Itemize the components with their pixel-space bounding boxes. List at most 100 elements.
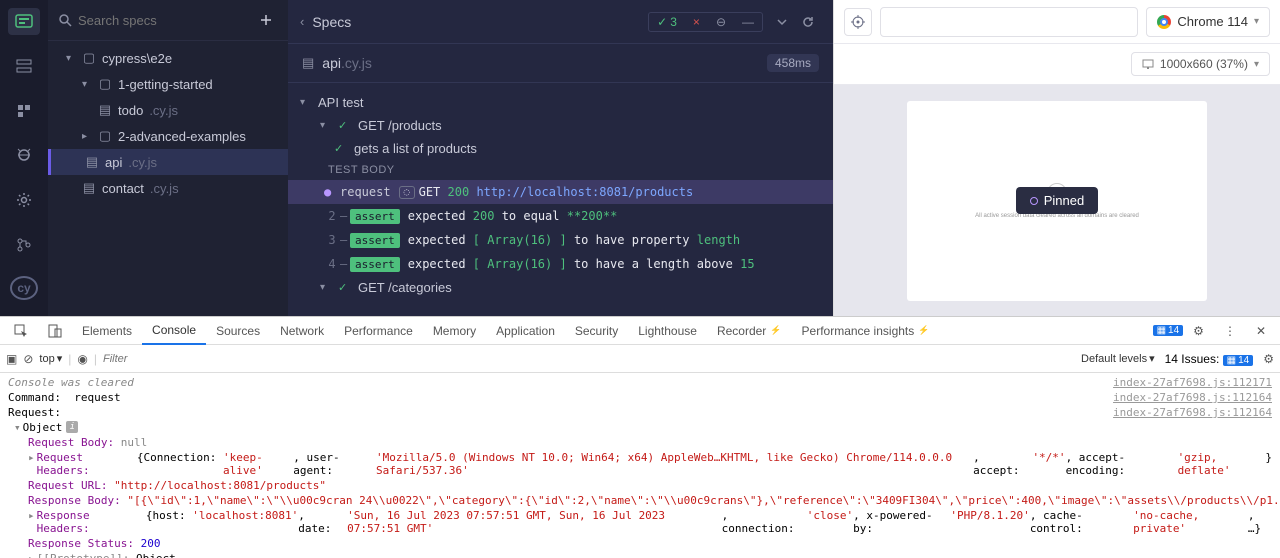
collapse-button[interactable]: [769, 9, 795, 35]
folder-icon: ▢: [98, 129, 112, 143]
console-row[interactable]: ▸Response Headers: {host: 'localhost:808…: [0, 508, 1280, 536]
runs-icon[interactable]: [8, 53, 40, 80]
command-assert-4[interactable]: 4 – assert expected [ Array(16) ] to hav…: [288, 252, 833, 276]
folder-label: cypress\e2e: [102, 51, 172, 66]
context-selector[interactable]: top ▾: [39, 352, 62, 365]
folder-root[interactable]: ▾ ▢ cypress\e2e: [48, 45, 288, 71]
tab-recorder[interactable]: Recorder ⚡: [707, 318, 792, 344]
pinned-snapshot-badge: Pinned: [1016, 187, 1098, 214]
settings-icon[interactable]: [8, 187, 40, 214]
console-row[interactable]: Command: requestindex-27af7698.js:112164: [0, 390, 1280, 405]
issues-badge[interactable]: ▦ 14: [1153, 325, 1184, 336]
pin-icon: ●: [324, 185, 340, 199]
pending-indicator: ⊖: [708, 13, 734, 31]
pin-icon: [1030, 197, 1038, 205]
file-contact[interactable]: ▤ contact.cy.js: [48, 175, 288, 201]
activity-bar: cy: [0, 0, 48, 316]
console-row[interactable]: Console was clearedindex-27af7698.js:112…: [0, 375, 1280, 390]
search-icon: [58, 13, 72, 27]
file-icon: ▤: [98, 103, 112, 117]
tab-memory[interactable]: Memory: [423, 318, 486, 344]
test-row[interactable]: ✓ gets a list of products: [288, 137, 833, 160]
inspect-element-button[interactable]: [4, 318, 38, 344]
command-request[interactable]: ● request ◌ GET 200 http://localhost:808…: [288, 180, 833, 204]
console-row[interactable]: Request:index-27af7698.js:112164: [0, 405, 1280, 420]
chevron-down-icon: ▾: [320, 120, 332, 131]
console-row[interactable]: Response Body: "[{\"id\":1,\"name\":\"\\…: [0, 493, 1280, 508]
folder-icon: ▢: [98, 77, 112, 91]
app-main: cy ▾ ▢ cypress\e2e ▾ ▢ 1-getting-started…: [0, 0, 1280, 316]
context-row[interactable]: ▾ ✓ GET /products: [288, 114, 833, 137]
log-levels-selector[interactable]: Default levels ▾: [1081, 352, 1155, 365]
bug-icon[interactable]: [8, 142, 40, 169]
git-icon[interactable]: [8, 231, 40, 258]
debug-icon[interactable]: [8, 97, 40, 124]
command-name: request: [340, 185, 391, 199]
chevron-right-icon: ▸: [82, 131, 92, 142]
file-icon: ▤: [85, 155, 99, 169]
console-row[interactable]: ▸[[Prototype]]: Object: [0, 551, 1280, 558]
folder-icon: ▢: [82, 51, 96, 65]
devtools-menu-button[interactable]: ⋮: [1214, 318, 1246, 344]
rerun-button[interactable]: [795, 9, 821, 35]
tab-sources[interactable]: Sources: [206, 318, 270, 344]
console-settings-button[interactable]: ⚙: [1263, 352, 1274, 366]
folder-label: 2-advanced-examples: [118, 129, 246, 144]
file-api[interactable]: ▤ api.cy.js: [48, 149, 288, 175]
tab-application[interactable]: Application: [486, 318, 565, 344]
device-toggle-button[interactable]: [38, 318, 72, 344]
spec-file-header: ▤ api.cy.js 458ms: [288, 44, 833, 83]
console-sidebar-toggle[interactable]: ▣: [6, 352, 17, 366]
spec-search-input[interactable]: [72, 13, 254, 28]
clear-console-button[interactable]: ⊘: [23, 352, 33, 366]
command-log: ▾ API test ▾ ✓ GET /products ✓ gets a li…: [288, 83, 833, 316]
tab-performance[interactable]: Performance: [334, 318, 423, 344]
command-assert-2[interactable]: 2 – assert expected 200 to equal **200**: [288, 204, 833, 228]
spec-duration: 458ms: [767, 54, 819, 72]
chevron-down-icon: ▾: [1254, 16, 1259, 27]
console-row[interactable]: ▸Request Headers: {Connection: 'keep-ali…: [0, 450, 1280, 478]
viewport-selector[interactable]: 1000x660 (37%) ▾: [1131, 52, 1270, 76]
aut-preview-panel: Chrome 114 ▾ 1000x660 (37%) ▾ All active…: [833, 0, 1280, 316]
tab-network[interactable]: Network: [270, 318, 334, 344]
back-icon[interactable]: ‹: [300, 14, 304, 29]
console-row[interactable]: Request Body: null: [0, 435, 1280, 450]
chevron-down-icon: ▾: [300, 97, 312, 108]
tab-console[interactable]: Console: [142, 317, 206, 345]
console-row[interactable]: Request URL: "http://localhost:8081/prod…: [0, 478, 1280, 493]
assert-badge: assert: [350, 257, 400, 272]
folder-getting-started[interactable]: ▾ ▢ 1-getting-started: [48, 71, 288, 97]
suite-name: API test: [318, 95, 364, 110]
file-todo[interactable]: ▤ todo.cy.js: [48, 97, 288, 123]
devtools-settings-button[interactable]: ⚙: [1183, 318, 1214, 344]
specs-icon[interactable]: [8, 8, 40, 35]
new-spec-button[interactable]: [254, 8, 278, 32]
loading-icon: ◌: [399, 186, 415, 199]
command-assert-3[interactable]: 3 – assert expected [ Array(16) ] to hav…: [288, 228, 833, 252]
browser-name: Chrome 114: [1177, 14, 1248, 29]
tab-lighthouse[interactable]: Lighthouse: [628, 318, 707, 344]
file-icon: ▤: [82, 181, 96, 195]
console-row[interactable]: ▾Objecti: [0, 420, 1280, 435]
file-ext: .cy.js: [150, 181, 179, 196]
tab-security[interactable]: Security: [565, 318, 628, 344]
test-body-label: TEST BODY: [288, 160, 833, 180]
cypress-logo-icon: cy: [10, 276, 38, 300]
suite-row[interactable]: ▾ API test: [288, 91, 833, 114]
console-filter-input[interactable]: [103, 353, 246, 365]
selector-playground-button[interactable]: [844, 8, 872, 36]
chrome-icon: [1157, 15, 1171, 29]
tab-perf-insights[interactable]: Performance insights ⚡: [792, 318, 940, 344]
live-expression-button[interactable]: ◉: [77, 352, 87, 366]
assert-badge: assert: [350, 233, 400, 248]
devtools-close-button[interactable]: ✕: [1246, 318, 1276, 344]
file-label: api: [105, 155, 122, 170]
folder-advanced[interactable]: ▸ ▢ 2-advanced-examples: [48, 123, 288, 149]
info-icon: i: [66, 421, 78, 433]
context-row-2[interactable]: ▾ ✓ GET /categories: [288, 276, 833, 299]
issues-link[interactable]: 14 Issues: ▦ 14: [1165, 352, 1254, 366]
browser-selector[interactable]: Chrome 114 ▾: [1146, 7, 1270, 37]
file-label: todo: [118, 103, 143, 118]
tab-elements[interactable]: Elements: [72, 318, 142, 344]
console-row[interactable]: Response Status: 200: [0, 536, 1280, 551]
